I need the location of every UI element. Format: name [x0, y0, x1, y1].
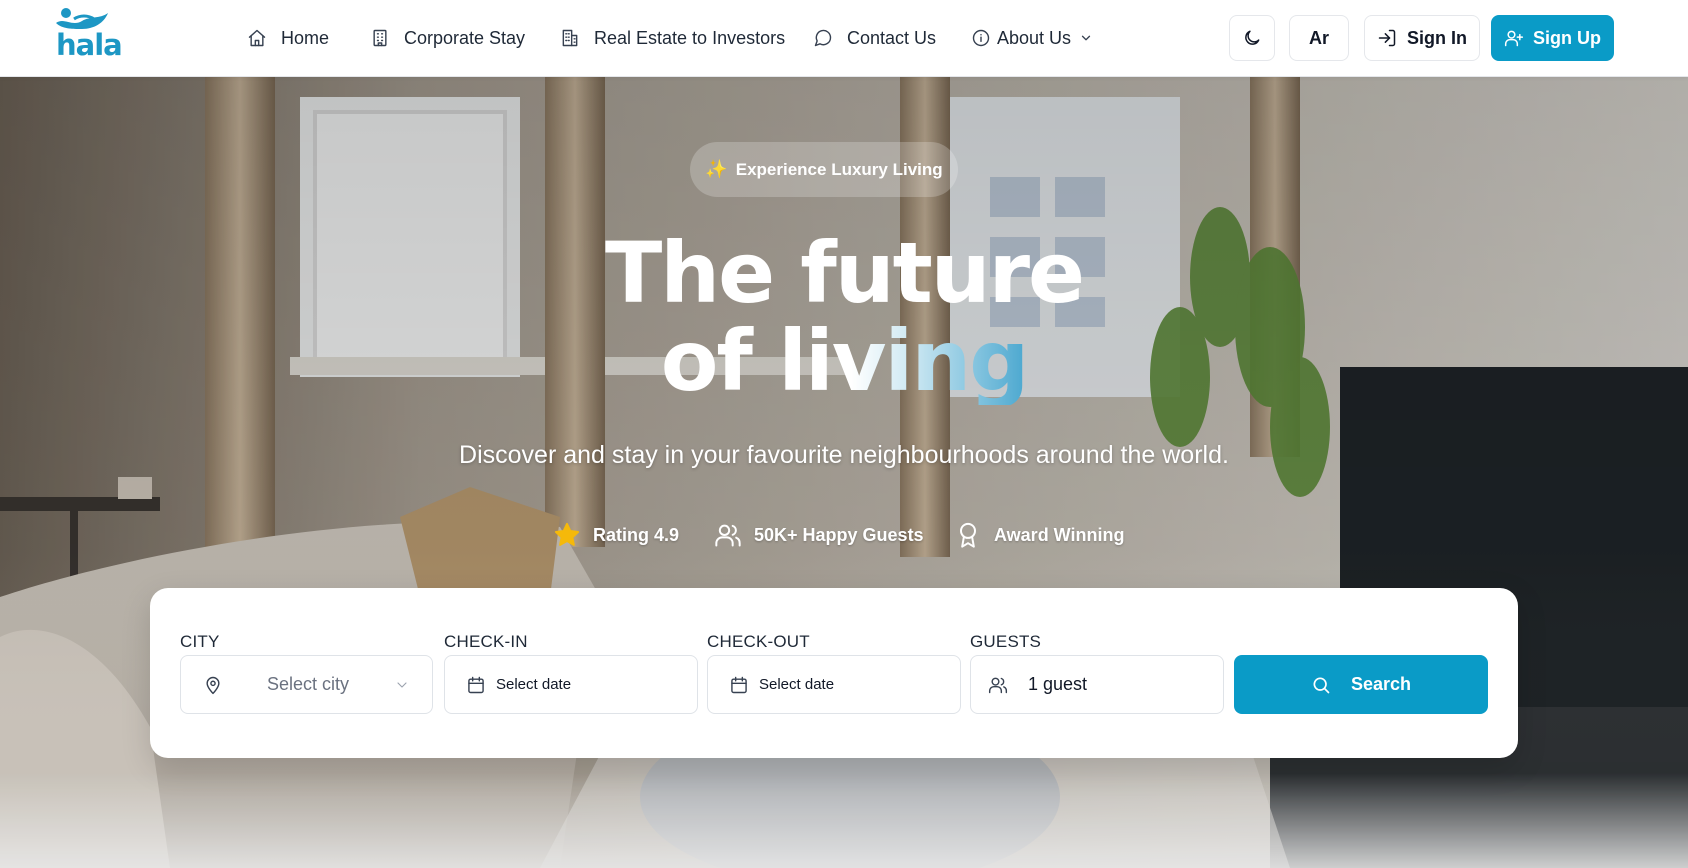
info-icon — [972, 29, 990, 47]
calendar-icon — [731, 676, 747, 693]
search-icon — [1313, 677, 1330, 693]
hero-badge: ✨ Experience Luxury Living — [690, 142, 958, 197]
message-circle-icon — [814, 29, 832, 47]
hero-stats: Rating 4.9 50K+ Happy Guests Award Winni… — [0, 517, 1688, 553]
check-in-label: CHECK-IN — [444, 632, 528, 651]
logo-text: hala — [56, 28, 123, 62]
hero-badge-label: Experience Luxury Living — [735, 159, 943, 179]
nav-about-us[interactable]: About Us — [971, 25, 1093, 51]
language-label: Ar — [1308, 27, 1329, 48]
sign-up-button[interactable]: Sign Up — [1491, 15, 1614, 61]
guests-selector[interactable]: 1 guest — [970, 655, 1224, 714]
hero-subtitle: Discover and stay in your favourite neig… — [459, 441, 1229, 469]
building-icon — [373, 29, 387, 47]
office-building-icon — [562, 29, 578, 47]
nav-contact-us[interactable]: Contact Us — [813, 25, 936, 51]
nav-home-label: Home — [281, 27, 330, 48]
chevron-down-icon — [397, 681, 407, 688]
star-icon — [554, 522, 580, 546]
hala-logo[interactable]: hala — [54, 7, 123, 67]
award-icon — [960, 522, 976, 548]
guests-label: GUESTS — [970, 632, 1042, 651]
sign-in-button[interactable]: Sign In — [1364, 15, 1480, 61]
guests-value: 1 guest — [1028, 674, 1088, 694]
user-plus-icon — [1504, 30, 1524, 47]
check-out-date-picker[interactable]: Select date — [707, 655, 961, 714]
users-icon — [715, 524, 741, 547]
map-pin-icon — [206, 676, 220, 694]
stat-happy-guests: 50K+ Happy Guests — [714, 517, 924, 553]
hero-section: ✨ Experience Luxury Living The future of… — [0, 77, 1688, 868]
city-select[interactable]: Select city — [180, 655, 433, 714]
sparkles-icon: ✨ — [705, 159, 728, 179]
city-label: CITY — [180, 632, 220, 651]
top-navbar: hala Home Corporate Stay Real Estate to … — [0, 0, 1688, 77]
nav-about-us-label: About Us — [997, 27, 1072, 48]
check-in-value: Select date — [496, 676, 572, 693]
stat-award: Award Winning — [954, 517, 1125, 553]
chevron-down-icon — [1081, 35, 1091, 41]
hero-headline-line2: of living — [660, 312, 1030, 410]
stat-rating-label: Rating 4.9 — [593, 524, 680, 545]
nav-contact-us-label: Contact Us — [847, 27, 937, 48]
nav-real-estate[interactable]: Real Estate to Investors — [560, 25, 785, 51]
log-in-icon — [1378, 29, 1396, 47]
hero-headline: The future of living — [0, 229, 1688, 405]
nav-home[interactable]: Home — [247, 25, 329, 51]
language-button[interactable]: Ar — [1289, 15, 1349, 61]
theme-toggle-button[interactable] — [1229, 15, 1275, 61]
stat-rating: Rating 4.9 — [553, 517, 679, 553]
moon-icon — [1245, 30, 1260, 45]
search-button[interactable]: Search — [1234, 655, 1488, 714]
check-out-label: CHECK-OUT — [707, 632, 810, 651]
check-out-value: Select date — [759, 676, 835, 693]
check-in-date-picker[interactable]: Select date — [444, 655, 698, 714]
users-icon — [988, 677, 1008, 693]
hero-headline-line1: The future — [604, 224, 1085, 322]
nav-real-estate-label: Real Estate to Investors — [594, 27, 786, 48]
nav-corporate-stay[interactable]: Corporate Stay — [370, 25, 525, 51]
search-button-label: Search — [1350, 674, 1412, 694]
nav-corporate-stay-label: Corporate Stay — [404, 27, 526, 48]
sign-up-label: Sign Up — [1533, 27, 1601, 48]
stat-award-label: Award Winning — [994, 524, 1125, 545]
search-card: CITY Select city CHECK-IN Select date CH… — [150, 588, 1518, 758]
home-icon — [248, 29, 266, 47]
sign-in-label: Sign In — [1407, 27, 1467, 48]
calendar-icon — [468, 676, 484, 693]
stat-happy-guests-label: 50K+ Happy Guests — [754, 524, 924, 545]
city-select-value: Select city — [267, 674, 350, 694]
